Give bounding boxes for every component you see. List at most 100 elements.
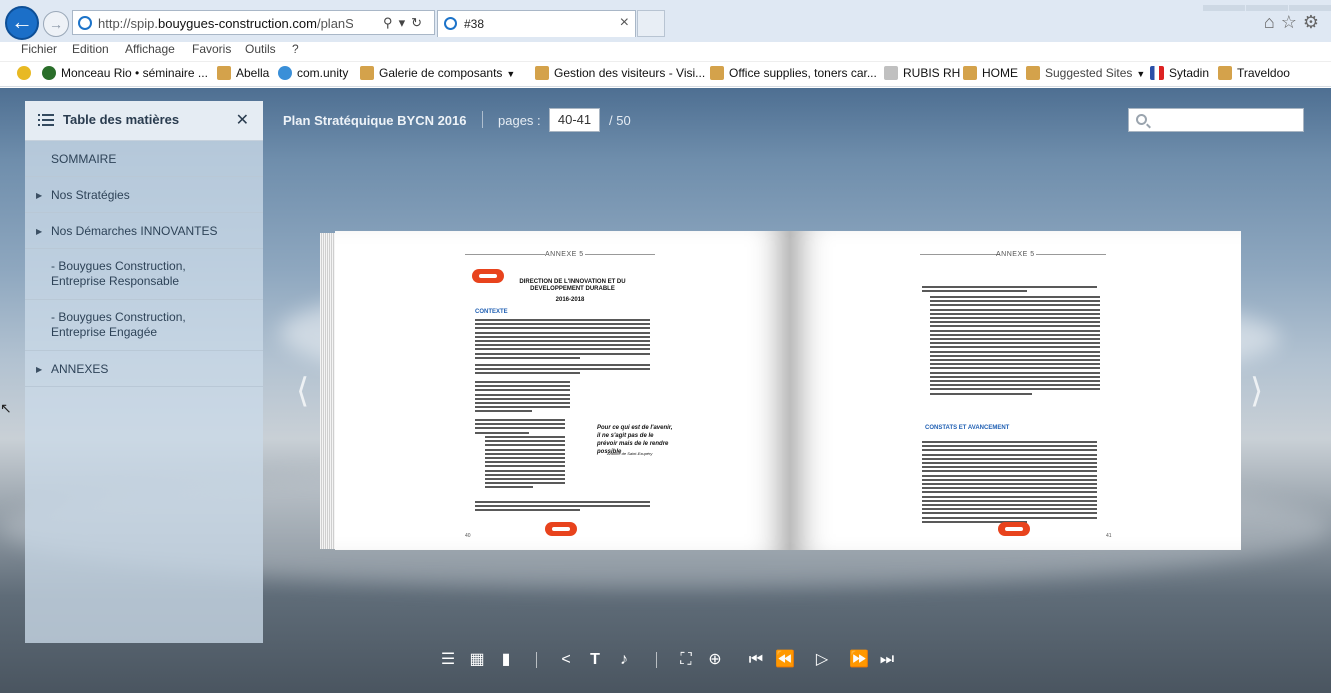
text-line bbox=[475, 364, 650, 366]
back-button[interactable]: ← bbox=[5, 6, 39, 40]
toc-item-sommaire[interactable]: SOMMAIRE bbox=[25, 141, 263, 177]
text-line bbox=[475, 327, 650, 330]
page-left[interactable]: ANNEXE 5 DIRECTION DE L'INNOVATION ET DU… bbox=[335, 231, 790, 550]
page-heading: DIRECTION DE L'INNOVATION ET DU DEVELOPPE… bbox=[505, 279, 640, 293]
fav-item-sytadin[interactable]: Sytadin bbox=[1150, 66, 1209, 80]
url-text[interactable]: http://spip.bouygues-construction.com/pl… bbox=[98, 16, 353, 31]
menu-affichage[interactable]: Affichage bbox=[125, 42, 175, 56]
fav-item-abella[interactable]: Abella bbox=[217, 66, 269, 80]
page-right[interactable]: ANNEXE 5 CONSTATS ET AVANCEMENT 41 bbox=[790, 231, 1241, 550]
chevron-right-icon[interactable]: ▶ bbox=[36, 365, 42, 374]
text-line bbox=[485, 461, 565, 464]
address-bar[interactable]: http://spip.bouygues-construction.com/pl… bbox=[72, 10, 435, 35]
menu-outils[interactable]: Outils bbox=[245, 42, 276, 56]
bookmark-icon[interactable]: ▮ bbox=[496, 650, 516, 670]
tab-close-icon[interactable]: × bbox=[620, 14, 629, 32]
text-line bbox=[485, 465, 565, 468]
text-line bbox=[485, 482, 565, 485]
text-line bbox=[475, 348, 650, 351]
text-line bbox=[930, 300, 1100, 303]
fullscreen-icon[interactable]: ⛶ bbox=[676, 650, 696, 670]
maximize-button[interactable] bbox=[1246, 5, 1288, 11]
page-icon bbox=[217, 66, 231, 80]
minimize-button[interactable] bbox=[1203, 5, 1245, 11]
settings-gear-icon[interactable]: ⚙ bbox=[1303, 12, 1325, 32]
browser-tab[interactable]: #38 × bbox=[437, 10, 636, 37]
slideshow-icon[interactable]: ▷ bbox=[812, 650, 832, 670]
text-line bbox=[930, 325, 1100, 328]
previous-page-icon[interactable]: ⏪ bbox=[775, 650, 795, 670]
text-line bbox=[475, 340, 650, 342]
menu-favoris[interactable]: Favoris bbox=[192, 42, 231, 56]
fav-item-home[interactable]: HOME bbox=[963, 66, 1018, 80]
fav-item-traveldoo[interactable]: Traveldoo bbox=[1218, 66, 1290, 80]
share-icon[interactable]: < bbox=[556, 650, 576, 670]
forward-button[interactable]: → bbox=[43, 11, 69, 37]
com-unity-icon bbox=[278, 66, 292, 80]
next-page-icon[interactable]: ⏩ bbox=[849, 650, 869, 670]
toc-item-label-line1: - Bouygues Construction, bbox=[51, 259, 186, 273]
search-icon[interactable]: ⚲ bbox=[383, 15, 399, 30]
pages-total: / 50 bbox=[609, 113, 631, 128]
text-line bbox=[922, 483, 1097, 485]
ie-site-icon bbox=[78, 16, 92, 30]
flipbook-viewer: Table des matières ✕ SOMMAIRE ▶ Nos Stra… bbox=[0, 88, 1331, 693]
toc-item-annexes[interactable]: ▶ ANNEXES bbox=[25, 351, 263, 387]
browser-titlebar: ← → http://spip.bouygues-construction.co… bbox=[0, 0, 1331, 42]
next-page-arrow-icon[interactable]: ⟩ bbox=[1250, 371, 1263, 411]
menu-fichier[interactable]: Fichier bbox=[21, 42, 57, 56]
text-line bbox=[475, 319, 650, 321]
text-line bbox=[475, 323, 650, 326]
text-line bbox=[485, 478, 565, 480]
fav-item-gestion[interactable]: Gestion des visiteurs - Visi... bbox=[535, 66, 705, 80]
toc-list-icon[interactable]: ☰ bbox=[438, 650, 458, 670]
text-line bbox=[930, 388, 1100, 391]
favorites-star-icon[interactable]: ☆ bbox=[1281, 12, 1303, 32]
last-page-icon[interactable]: ⏭ bbox=[877, 650, 897, 670]
viewer-toolbar: ☰ ▦ ▮ < T ♪ ⛶ ⊕ ⏮ ⏪ ▷ ⏩ ⏭ bbox=[0, 650, 1331, 672]
close-icon[interactable]: ✕ bbox=[236, 110, 249, 130]
close-window-button[interactable] bbox=[1289, 5, 1331, 11]
toc-item-label: Nos Stratégies bbox=[51, 188, 130, 202]
menu-help[interactable]: ? bbox=[292, 42, 299, 56]
fav-item-galerie[interactable]: Galerie de composants ▼ bbox=[360, 66, 515, 80]
dropdown-icon[interactable]: ▾ bbox=[399, 15, 412, 30]
ie-page-icon bbox=[1218, 66, 1232, 80]
fav-item-office[interactable]: Office supplies, toners car... bbox=[710, 66, 877, 80]
search-input[interactable] bbox=[1128, 108, 1304, 132]
ie-page-icon bbox=[360, 66, 374, 80]
fav-item-monceau[interactable]: Monceau Rio • séminaire ... bbox=[42, 66, 208, 80]
page-heading-line1: DIRECTION DE L'INNOVATION ET DU bbox=[519, 279, 626, 285]
first-page-icon[interactable]: ⏮ bbox=[746, 650, 766, 670]
home-icon[interactable]: ⌂ bbox=[1264, 12, 1281, 32]
text-icon[interactable]: T bbox=[585, 650, 605, 670]
toc-item-label: - Bouygues Construction, Entreprise Respo… bbox=[51, 259, 186, 289]
text-line bbox=[475, 431, 529, 434]
chevron-right-icon[interactable]: ▶ bbox=[36, 191, 42, 200]
page-number-input[interactable]: 40-41 bbox=[549, 108, 600, 132]
text-line bbox=[922, 495, 1097, 498]
chevron-right-icon[interactable]: ▶ bbox=[36, 227, 42, 236]
menu-edition[interactable]: Edition bbox=[72, 42, 109, 56]
quote-author: Antoine de Saint-Exupéry bbox=[607, 451, 653, 456]
previous-page-arrow-icon[interactable]: ⟨ bbox=[296, 371, 309, 411]
text-line bbox=[475, 385, 570, 388]
fav-item-rubis[interactable]: RUBIS RH bbox=[884, 66, 960, 80]
toc-item-demarches[interactable]: ▶ Nos Démarches INNOVANTES bbox=[25, 213, 263, 249]
thumbnails-icon[interactable]: ▦ bbox=[467, 650, 487, 670]
favorites-star-add-icon[interactable] bbox=[17, 66, 36, 80]
fav-item-suggested[interactable]: Suggested Sites ▼ bbox=[1026, 66, 1145, 80]
ie-page-icon bbox=[963, 66, 977, 80]
toc-item-label: ANNEXES bbox=[51, 362, 109, 376]
zoom-in-icon[interactable]: ⊕ bbox=[705, 650, 725, 670]
toc-item-engagee[interactable]: - Bouygues Construction, Entreprise Engag… bbox=[25, 300, 263, 351]
tab-title: #38 bbox=[464, 17, 485, 31]
fav-item-comunity[interactable]: com.unity bbox=[278, 66, 348, 80]
sound-icon[interactable]: ♪ bbox=[614, 650, 634, 670]
toc-item-strategies[interactable]: ▶ Nos Stratégies bbox=[25, 177, 263, 213]
menu-bar: Fichier Edition Affichage Favoris Outils… bbox=[0, 42, 1331, 62]
new-tab-button[interactable] bbox=[637, 10, 665, 37]
toc-item-responsable[interactable]: - Bouygues Construction, Entreprise Respo… bbox=[25, 249, 263, 300]
text-line bbox=[475, 501, 650, 503]
refresh-icon[interactable]: ↻ bbox=[411, 15, 428, 30]
